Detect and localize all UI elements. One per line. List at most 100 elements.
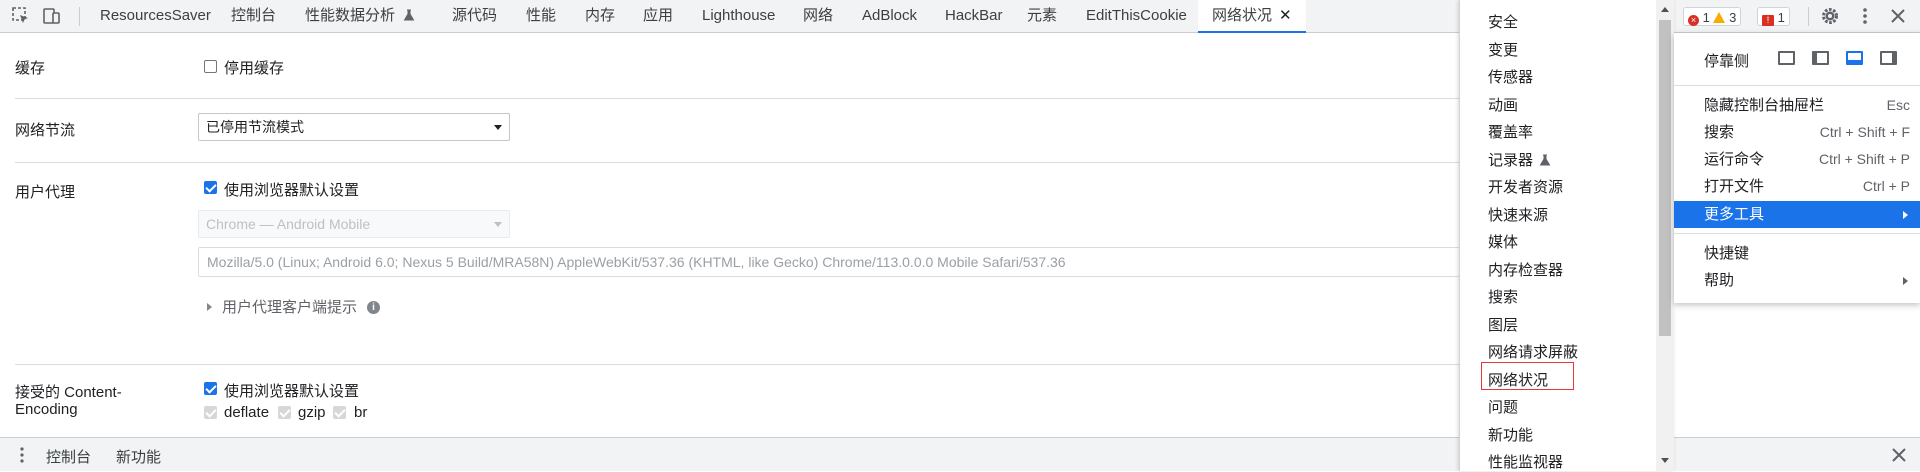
info-icon[interactable]: i [367,301,380,314]
menu-item-coverage[interactable]: 覆盖率 [1488,121,1533,142]
disable-cache-label: 停用缓存 [224,60,285,77]
network-conditions-panel: 缓存 停用缓存 网络节流 已停用节流模式 用户代理 使用浏览器默认设置 Chro… [0,33,1460,437]
encoding-browser-default-label: 使用浏览器默认设置 [224,383,360,400]
issues-counter[interactable]: ! 1 [1757,7,1790,26]
menu-item-hide-console-drawer[interactable]: 隐藏控制台抽屉栏 Esc [1674,92,1920,119]
menu-item-issues[interactable]: 问题 [1488,396,1518,417]
dock-bottom-icon[interactable] [1846,51,1863,65]
menu-item-memory-inspector[interactable]: 内存检查器 [1488,259,1563,280]
submenu-arrow-icon [1903,211,1908,219]
warning-icon [1713,12,1726,23]
menu-item-label: 搜索 [1704,124,1735,141]
dock-left-icon[interactable] [1812,51,1829,65]
menu-item-network-conditions[interactable]: 网络状况 [1488,369,1548,390]
tab-elements[interactable]: 元素 [1027,0,1057,32]
error-count: 1 [1702,10,1710,25]
menu-item-label: 运行命令 [1704,151,1765,168]
device-toolbar-icon[interactable] [42,6,62,26]
submenu-scrollbar[interactable] [1656,0,1674,471]
issues-icon: ! [1762,15,1774,26]
dock-side-label: 停靠侧 [1704,53,1750,70]
warning-count: 3 [1729,10,1737,25]
tab-console[interactable]: 控制台 [231,0,276,32]
encoding-gzip-checkbox [278,406,291,419]
menu-item-recorder[interactable]: 记录器 [1488,149,1551,170]
ua-string-input: Mozilla/5.0 (Linux; Android 6.0; Nexus 5… [198,247,1460,277]
menu-item-shortcut: Ctrl + Shift + F [1819,124,1910,140]
tab-performance-insights[interactable]: 性能数据分析 [305,0,415,32]
tab-hackbar[interactable]: HackBar [945,0,1003,32]
inspect-element-icon[interactable] [11,6,31,26]
toolbar-separator [79,7,80,26]
menu-item-quick-source[interactable]: 快速来源 [1488,204,1548,225]
tab-performance[interactable]: 性能 [526,0,556,32]
error-icon: × [1688,15,1699,26]
scroll-down-arrow-icon[interactable] [1661,458,1669,463]
gear-icon[interactable] [1820,6,1840,26]
scroll-up-arrow-icon[interactable] [1661,7,1669,12]
toolbar-separator [1808,7,1809,26]
encoding-br-checkbox [333,406,346,419]
devtools-main-menu: 停靠侧 隐藏控制台抽屉栏 Esc 搜索 Ctrl + Shift + F 运行命… [1674,33,1920,303]
menu-item-network-request-blocking[interactable]: 网络请求屏蔽 [1488,341,1578,362]
encoding-label-line1: 接受的 Content- [15,384,122,401]
issues-count: 1 [1777,10,1785,25]
menu-item-developer-resources[interactable]: 开发者资源 [1488,176,1563,197]
ua-browser-default-checkbox[interactable] [204,181,217,194]
dock-right-icon[interactable] [1880,51,1897,65]
throttling-select[interactable]: 已停用节流模式 [198,113,510,141]
scrollbar-thumb[interactable] [1659,20,1671,336]
menu-item-help[interactable]: 帮助 [1674,267,1920,294]
menu-item-search[interactable]: 搜索 [1488,286,1518,307]
encoding-br-label: br [354,404,368,421]
ua-preset-value: Chrome — Android Mobile [206,216,371,232]
encoding-deflate-label: deflate [224,404,270,421]
drawer-tab-console[interactable]: 控制台 [46,446,91,467]
drawer-menu-icon[interactable] [12,445,32,465]
menu-item-shortcut: Esc [1886,97,1910,113]
menu-item-security[interactable]: 安全 [1488,11,1518,32]
expand-triangle-icon[interactable] [207,303,212,311]
menu-item-run-command[interactable]: 运行命令 Ctrl + Shift + P [1674,146,1920,173]
error-warning-counter[interactable]: × 1 3 [1683,7,1742,26]
disable-cache-checkbox[interactable] [204,60,217,73]
tab-resourcessaver[interactable]: ResourcesSaver [100,0,211,32]
tab-application[interactable]: 应用 [643,0,673,32]
menu-divider [1674,85,1920,86]
menu-item-label: 打开文件 [1704,178,1765,195]
menu-item-search[interactable]: 搜索 Ctrl + Shift + F [1674,119,1920,146]
menu-item-layers[interactable]: 图层 [1488,314,1518,335]
menu-item-changes[interactable]: 变更 [1488,39,1518,60]
throttling-value: 已停用节流模式 [206,119,304,135]
menu-item-animations[interactable]: 动画 [1488,94,1518,115]
menu-item-shortcuts[interactable]: 快捷键 [1674,240,1920,267]
menu-item-more-tools[interactable]: 更多工具 [1674,201,1920,228]
encoding-browser-default-checkbox[interactable] [204,382,217,395]
tab-network[interactable]: 网络 [803,0,833,32]
menu-item-performance-monitor[interactable]: 性能监视器 [1488,451,1563,472]
close-devtools-icon[interactable] [1888,6,1908,26]
experiment-flask-icon [403,9,415,21]
menu-item-media[interactable]: 媒体 [1488,231,1518,252]
drawer-tab-whats-new[interactable]: 新功能 [116,446,161,467]
section-divider [15,162,1460,163]
tab-editthiscookie[interactable]: EditThisCookie [1086,0,1187,32]
menu-item-shortcut: Ctrl + P [1862,178,1910,194]
ua-client-hints-toggle[interactable]: 用户代理客户端提示 [222,296,357,317]
undock-icon[interactable] [1778,51,1795,65]
tab-network-conditions[interactable]: 网络状况 ✕ [1198,0,1306,33]
tab-lighthouse[interactable]: Lighthouse [702,0,775,32]
menu-divider [1674,233,1920,234]
kebab-menu-icon[interactable] [1855,6,1875,26]
tab-memory[interactable]: 内存 [585,0,615,32]
close-drawer-icon[interactable] [1890,446,1908,464]
cache-label: 缓存 [15,60,46,77]
menu-item-whats-new[interactable]: 新功能 [1488,424,1533,445]
throttling-label: 网络节流 [15,122,76,139]
menu-item-open-file[interactable]: 打开文件 Ctrl + P [1674,173,1920,200]
close-tab-icon[interactable]: ✕ [1279,7,1292,24]
tab-sources[interactable]: 源代码 [452,0,497,32]
tab-adblock[interactable]: AdBlock [862,0,917,32]
menu-item-label: 帮助 [1704,272,1735,289]
menu-item-sensors[interactable]: 传感器 [1488,66,1533,87]
